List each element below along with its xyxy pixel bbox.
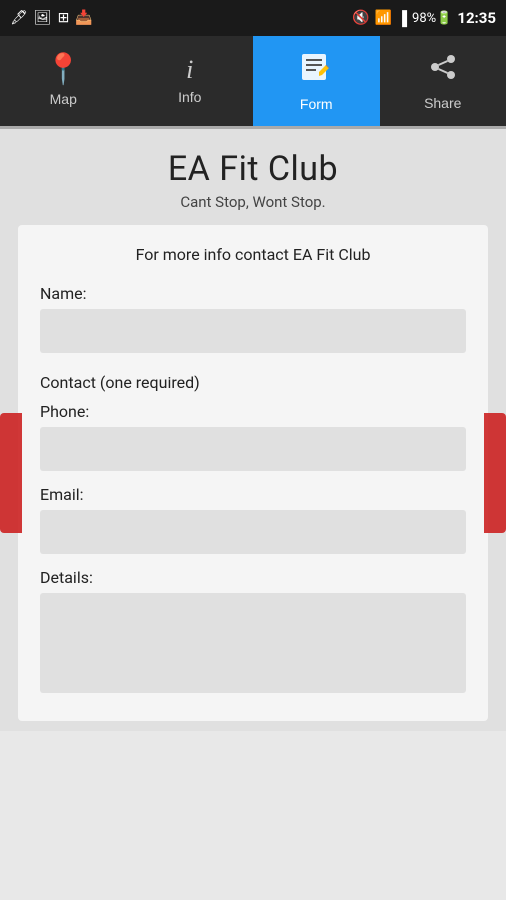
inbox-icon: 📥 — [75, 10, 92, 26]
map-icon: 📍 — [45, 55, 82, 85]
details-input[interactable] — [40, 593, 466, 693]
email-label: Email: — [40, 485, 466, 504]
nav-bar: 📍 Map i Info Form — [0, 36, 506, 126]
notification-icon: 🖋 — [10, 10, 28, 26]
page-title: EA Fit Club — [168, 149, 338, 189]
form-description: For more info contact EA Fit Club — [40, 245, 466, 264]
info-icon: i — [186, 57, 193, 83]
nav-item-map[interactable]: 📍 Map — [0, 36, 127, 126]
image-icon: 🖼 — [34, 10, 52, 26]
email-input[interactable] — [40, 510, 466, 554]
page-subtitle: Cant Stop, Wont Stop. — [180, 193, 325, 211]
nav-label-info: Info — [178, 89, 201, 105]
nav-label-map: Map — [50, 91, 77, 107]
nav-item-info[interactable]: i Info — [127, 36, 254, 126]
status-info-right: 🔇 📶 ▐ 98%🔋 12:35 — [352, 9, 496, 27]
form-card: For more info contact EA Fit Club Name: … — [18, 225, 488, 721]
name-input[interactable] — [40, 309, 466, 353]
nav-item-share[interactable]: Share — [380, 36, 506, 126]
name-label: Name: — [40, 284, 466, 303]
mute-icon: 🔇 — [352, 10, 369, 26]
nav-item-form[interactable]: Form — [253, 36, 380, 126]
battery-icon: 98%🔋 — [412, 11, 452, 26]
form-icon — [299, 50, 333, 90]
status-bar: 🖋 🖼 ⊞ 📥 🔇 📶 ▐ 98%🔋 12:35 — [0, 0, 506, 36]
red-blob-right — [484, 413, 506, 533]
grid-icon: ⊞ — [58, 10, 70, 26]
wifi-icon: 📶 — [375, 10, 392, 26]
main-content: EA Fit Club Cant Stop, Wont Stop. For mo… — [0, 129, 506, 731]
contact-section-label: Contact (one required) — [40, 373, 466, 392]
phone-input[interactable] — [40, 427, 466, 471]
time-display: 12:35 — [457, 9, 496, 27]
nav-label-share: Share — [424, 95, 461, 111]
share-icon — [427, 51, 459, 89]
nav-label-form: Form — [300, 96, 333, 112]
details-label: Details: — [40, 568, 466, 587]
status-icons-left: 🖋 🖼 ⊞ 📥 — [10, 10, 93, 26]
phone-label: Phone: — [40, 402, 466, 421]
signal-icon: ▐ — [397, 10, 407, 27]
red-blob-left — [0, 413, 22, 533]
